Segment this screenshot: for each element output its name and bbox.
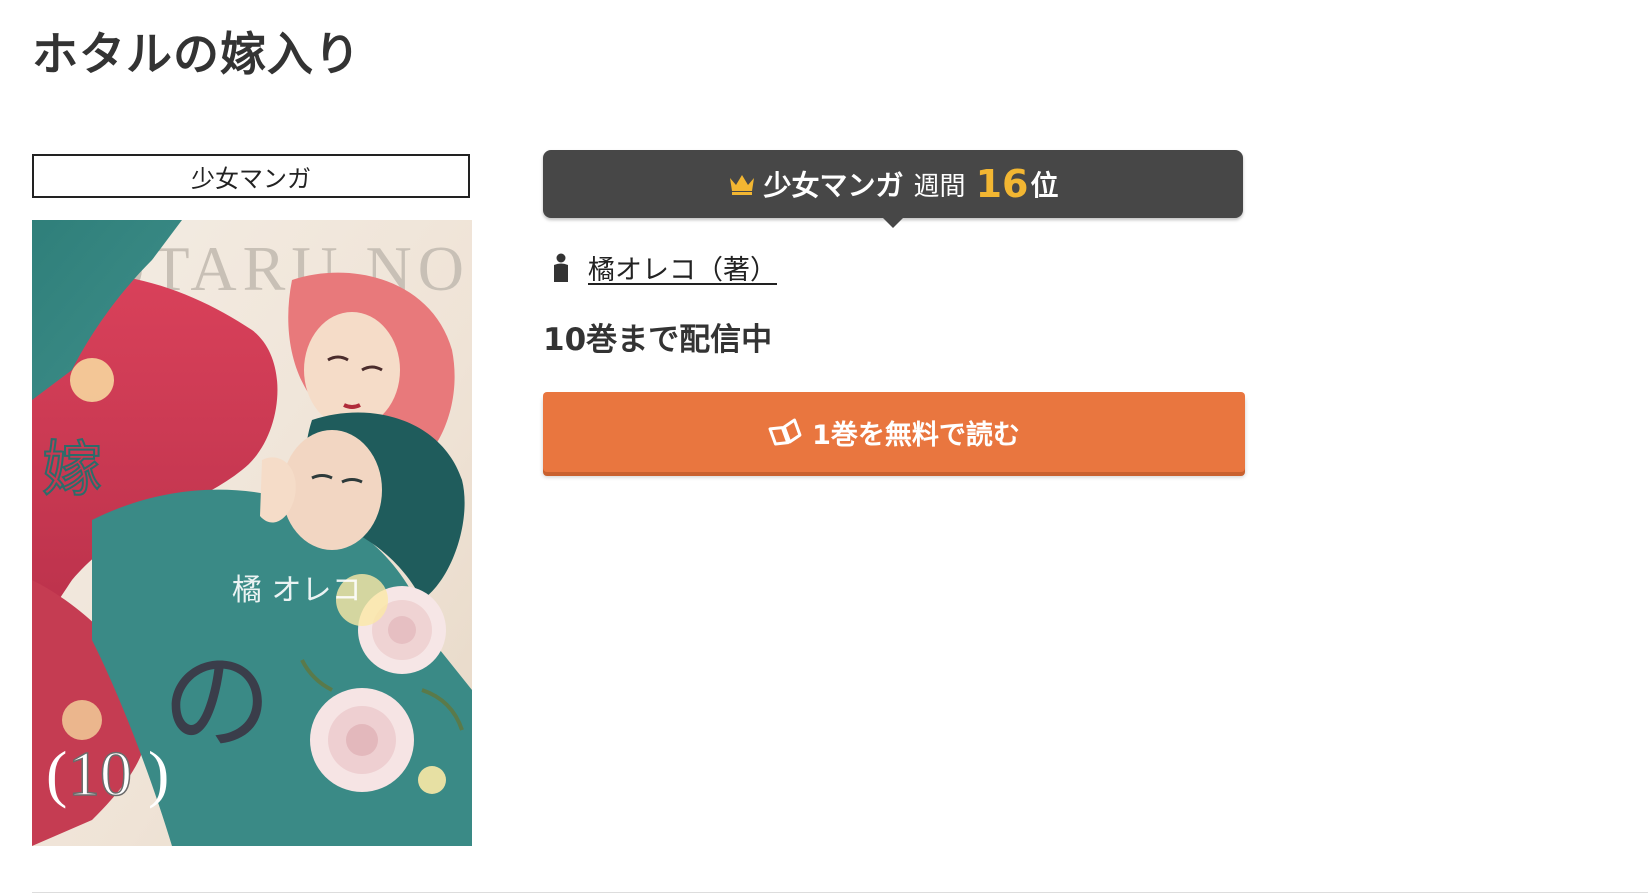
ranking-suffix: 位 [1030,169,1059,202]
ranking-period: 週間 [913,171,966,202]
cover-author-mark: 橘 オレコ [232,573,362,608]
cover-volume-number: 10 [68,738,132,809]
person-icon [552,253,570,283]
ranking-badge: 少女マンガ 週間 16 位 [543,150,1243,228]
page-title: ホタルの嫁入り [32,27,361,81]
author-row: 橘オレコ（著） [552,248,777,287]
cover-volume-paren-left: ( [46,738,67,809]
cover-title-fragment-2: の [162,638,272,766]
ranking-number: 16 [975,162,1029,206]
read-free-button[interactable]: 1巻を無料で読む [543,392,1245,472]
cover-illustration: HOTARU NO YOMEIRI 嫁 の [32,220,472,846]
book-cover-image[interactable]: HOTARU NO YOMEIRI 嫁 の [32,220,472,846]
section-divider [32,892,1648,893]
read-free-button-label: 1巻を無料で読む [812,419,1020,451]
genre-tag-link[interactable]: 少女マンガ [32,154,470,198]
author-link[interactable]: 橘オレコ（著） [588,248,777,287]
volume-status: 10巻まで配信中 [543,322,773,358]
crown-icon [728,172,756,196]
cover-title-fragment-1: 嫁 [42,435,102,505]
book-icon [768,417,802,447]
cover-volume-paren-right: ) [148,738,169,809]
ranking-genre: 少女マンガ [763,169,904,202]
